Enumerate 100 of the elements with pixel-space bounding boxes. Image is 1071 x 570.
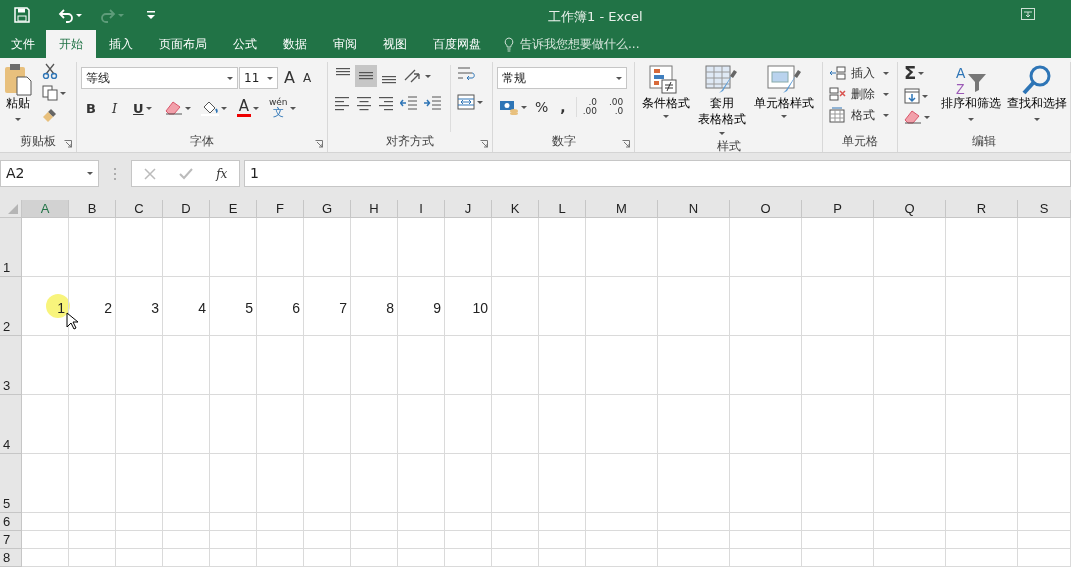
grid-cell[interactable] [257,336,304,395]
grid-cell[interactable] [539,218,586,277]
grid-cell[interactable] [874,395,946,454]
grid-cell[interactable] [116,218,163,277]
grid-cell[interactable] [539,336,586,395]
grid-cell[interactable] [210,454,257,513]
ribbon-display-icon[interactable] [1021,8,1035,20]
paste-button[interactable]: 粘贴 [4,62,32,132]
grid-cell[interactable] [351,513,398,531]
grid-cell[interactable] [69,218,116,277]
grid-cell[interactable] [658,395,730,454]
cancel-button[interactable] [141,166,158,181]
row-header[interactable]: 6 [0,513,22,531]
font-name-dropdown[interactable]: 等线 [81,67,238,89]
delete-cells-button[interactable]: 删除 [827,85,893,103]
grid-cell[interactable] [445,336,492,395]
decrease-decimal-button[interactable]: .00 .0 [602,97,626,117]
grid-cell[interactable] [116,336,163,395]
grid-cell[interactable] [946,549,1018,567]
merge-center-button[interactable] [455,93,485,111]
grid-cell[interactable] [351,454,398,513]
grid-cell[interactable] [445,395,492,454]
grid-cell[interactable] [257,531,304,549]
grid-cell[interactable] [69,513,116,531]
grid-cell[interactable] [874,218,946,277]
grid-cell[interactable] [658,336,730,395]
grid-cell[interactable] [586,277,658,336]
ribbon-tab[interactable]: 百度网盘 [420,30,494,58]
grid-cell[interactable] [730,336,802,395]
grid-cell[interactable] [304,454,351,513]
grid-cell[interactable] [492,513,539,531]
grid-cell[interactable] [539,513,586,531]
underline-button[interactable]: U [128,100,157,116]
name-box[interactable]: A2 [0,160,99,187]
column-header[interactable]: N [658,200,730,218]
grid-cell[interactable] [445,549,492,567]
grid-cell[interactable] [22,218,69,277]
grid-cell[interactable] [210,336,257,395]
grid-cell[interactable] [874,513,946,531]
grid-cell[interactable] [730,549,802,567]
grid-cell[interactable] [802,395,874,454]
grid-cell[interactable] [304,218,351,277]
find-select-button[interactable]: 查找和选择 [1004,62,1070,132]
grid-cell[interactable] [730,277,802,336]
grid-cell[interactable] [163,513,210,531]
comma-style-button[interactable]: , [554,99,572,115]
grid-cell[interactable] [946,454,1018,513]
grid-cell[interactable] [946,277,1018,336]
column-header[interactable]: P [802,200,874,218]
ribbon-tab[interactable]: 公式 [220,30,270,58]
grid-cell[interactable] [1018,531,1071,549]
grid-cell[interactable] [445,454,492,513]
column-header[interactable]: D [163,200,210,218]
grid-cell[interactable] [492,336,539,395]
grid-cell[interactable]: 6 [257,277,304,336]
grid-cell[interactable] [257,549,304,567]
column-header[interactable]: M [586,200,658,218]
column-header[interactable]: E [210,200,257,218]
grid-cell[interactable] [351,218,398,277]
bold-button[interactable]: B [81,100,101,116]
grid-cell[interactable]: 8 [351,277,398,336]
save-icon[interactable] [14,7,30,23]
grid-cell[interactable] [69,336,116,395]
grid-cell[interactable] [304,513,351,531]
grid-cell[interactable] [163,395,210,454]
grid-cell[interactable] [116,513,163,531]
insert-function-button[interactable]: fx [214,166,230,181]
grid-cell[interactable] [445,513,492,531]
grid-cell[interactable]: 4 [163,277,210,336]
grid-cell[interactable] [69,454,116,513]
column-header[interactable]: K [492,200,539,218]
redo-button[interactable] [98,6,126,24]
grid-cell[interactable] [802,531,874,549]
grid-cell[interactable]: 3 [116,277,163,336]
grid-cell[interactable] [539,277,586,336]
grid-cell[interactable] [946,531,1018,549]
grid-cell[interactable] [445,531,492,549]
column-header[interactable]: Q [874,200,946,218]
column-header[interactable]: G [304,200,351,218]
grid-cell[interactable] [874,531,946,549]
tell-me-field[interactable]: 告诉我您想要做什么... [518,34,718,54]
conditional-formatting-button[interactable]: 条件格式 [639,62,693,138]
grid-cell[interactable] [1018,513,1071,531]
font-size-dropdown[interactable]: 11 [239,67,278,89]
grid-cell[interactable] [304,549,351,567]
grid-cell[interactable] [802,277,874,336]
column-header[interactable]: J [445,200,492,218]
grid-cell[interactable] [730,395,802,454]
column-header[interactable]: A [22,200,69,218]
grid-cell[interactable] [398,549,445,567]
grid-cell[interactable] [539,531,586,549]
row-header[interactable]: 8 [0,549,22,567]
grid-cell[interactable] [398,513,445,531]
grid-cell[interactable] [304,531,351,549]
ribbon-tab[interactable]: 审阅 [320,30,370,58]
grid-cell[interactable] [802,513,874,531]
cell-styles-button[interactable]: 单元格样式 [751,62,817,138]
grid-cell[interactable] [22,395,69,454]
grid-cell[interactable] [874,336,946,395]
grid-cell[interactable] [351,336,398,395]
